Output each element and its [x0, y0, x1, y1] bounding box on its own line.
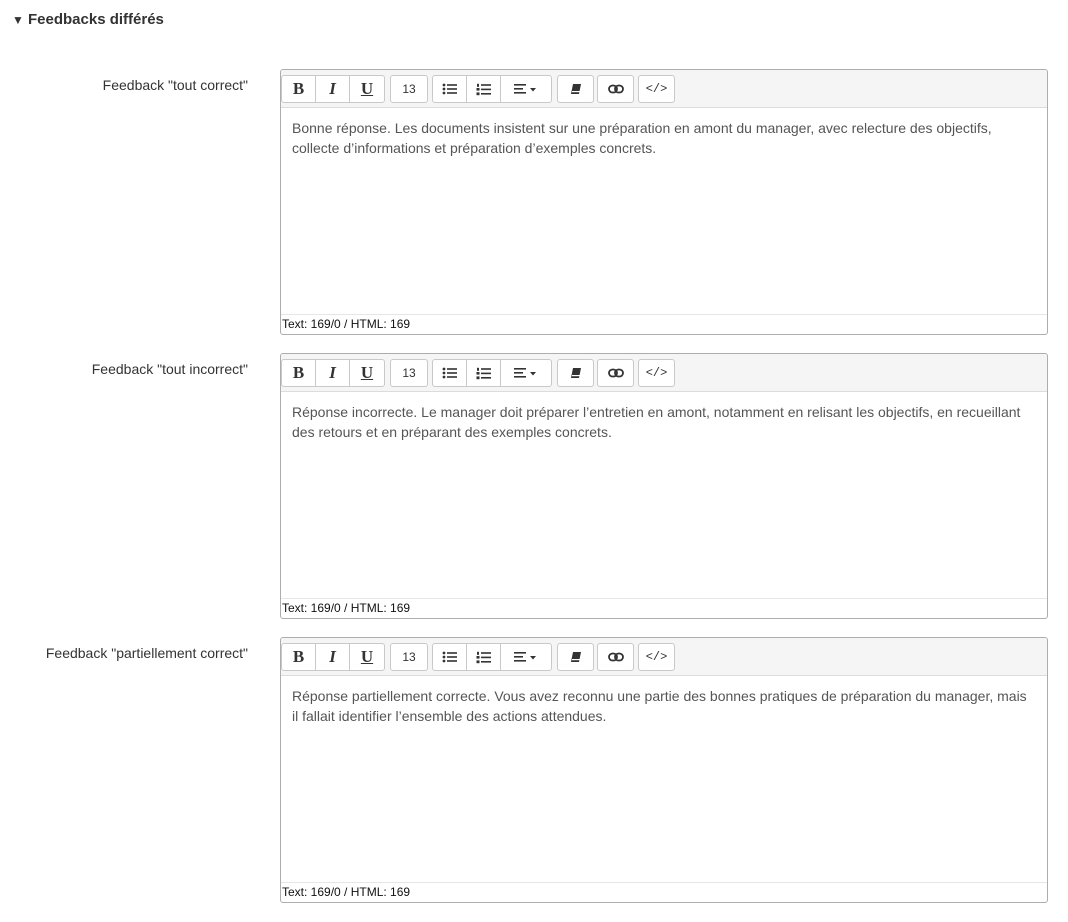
style-button-group: B I U	[281, 643, 385, 671]
font-size-button[interactable]: 13	[391, 76, 427, 102]
font-size-group: 13	[390, 75, 428, 103]
insert-link-button[interactable]	[598, 644, 633, 670]
italic-button[interactable]: I	[316, 76, 350, 102]
editor-status-count: Text: 169/0 / HTML: 169	[281, 598, 1047, 618]
bold-button[interactable]: B	[282, 644, 316, 670]
numbered-list-icon	[476, 367, 491, 379]
font-size-button[interactable]: 13	[391, 644, 427, 670]
link-icon	[607, 368, 624, 378]
editor-content[interactable]: Réponse incorrecte. Le manager doit prép…	[292, 403, 1027, 442]
list-button-group	[432, 359, 552, 387]
link-group	[597, 643, 634, 671]
underline-button[interactable]: U	[350, 76, 384, 102]
code-view-group: </>	[638, 359, 675, 387]
bullet-list-button[interactable]	[433, 76, 467, 102]
editor-content[interactable]: Bonne réponse. Les documents insistent s…	[292, 119, 1027, 158]
link-icon	[607, 84, 624, 94]
code-view-button[interactable]: </>	[639, 360, 674, 386]
numbered-list-icon	[476, 83, 491, 95]
style-button-group: B I U	[281, 359, 385, 387]
bullet-list-icon	[442, 651, 457, 663]
section-title: Feedbacks différés	[28, 11, 164, 28]
editor-status-count: Text: 169/0 / HTML: 169	[281, 882, 1047, 902]
bold-button[interactable]: B	[282, 360, 316, 386]
font-size-group: 13	[390, 359, 428, 387]
bullet-list-icon	[442, 367, 457, 379]
code-view-group: </>	[638, 75, 675, 103]
insert-link-button[interactable]	[598, 76, 633, 102]
align-left-icon	[514, 652, 536, 662]
numbered-list-button[interactable]	[467, 76, 501, 102]
insert-link-button[interactable]	[598, 360, 633, 386]
numbered-list-icon	[476, 651, 491, 663]
eraser-icon	[570, 368, 581, 378]
list-button-group	[432, 643, 552, 671]
link-icon	[607, 652, 624, 662]
field-label: Feedback "tout incorrect"	[91, 361, 248, 377]
eraser-icon	[570, 652, 581, 662]
link-group	[597, 75, 634, 103]
font-size-button[interactable]: 13	[391, 360, 427, 386]
numbered-list-button[interactable]	[467, 644, 501, 670]
rich-text-editor: B I U 13	[280, 69, 1048, 335]
align-left-icon	[514, 84, 536, 94]
align-dropdown-button[interactable]	[501, 360, 551, 386]
font-size-group: 13	[390, 643, 428, 671]
align-left-icon	[514, 368, 536, 378]
clear-format-button[interactable]	[558, 360, 593, 386]
clear-format-button[interactable]	[558, 76, 593, 102]
code-view-group: </>	[638, 643, 675, 671]
clear-format-group	[557, 359, 594, 387]
link-group	[597, 359, 634, 387]
bold-button[interactable]: B	[282, 76, 316, 102]
code-view-button[interactable]: </>	[639, 76, 674, 102]
italic-button[interactable]: I	[316, 644, 350, 670]
bullet-list-icon	[442, 83, 457, 95]
clear-format-group	[557, 643, 594, 671]
editor-content[interactable]: Réponse partiellement correcte. Vous ave…	[292, 687, 1027, 726]
rich-text-editor: B I U 13	[280, 637, 1048, 903]
eraser-icon	[570, 84, 581, 94]
editor-status-count: Text: 169/0 / HTML: 169	[281, 314, 1047, 334]
editor-toolbar: B I U 13 </>	[281, 70, 1047, 108]
clear-format-group	[557, 75, 594, 103]
align-dropdown-button[interactable]	[501, 644, 551, 670]
bullet-list-button[interactable]	[433, 360, 467, 386]
underline-button[interactable]: U	[350, 360, 384, 386]
bullet-list-button[interactable]	[433, 644, 467, 670]
align-dropdown-button[interactable]	[501, 76, 551, 102]
style-button-group: B I U	[281, 75, 385, 103]
underline-button[interactable]: U	[350, 644, 384, 670]
field-label: Feedback "tout correct"	[102, 77, 248, 93]
collapse-caret-icon[interactable]: ▼	[12, 13, 28, 27]
editor-toolbar: B I U 13 </>	[281, 638, 1047, 676]
code-view-button[interactable]: </>	[639, 644, 674, 670]
field-label: Feedback "partiellement correct"	[45, 645, 248, 661]
section-toggle-feedbacks[interactable]: ▼ Feedbacks différés	[12, 11, 164, 28]
rich-text-editor: B I U 13	[280, 353, 1048, 619]
clear-format-button[interactable]	[558, 644, 593, 670]
italic-button[interactable]: I	[316, 360, 350, 386]
numbered-list-button[interactable]	[467, 360, 501, 386]
editor-toolbar: B I U 13 </>	[281, 354, 1047, 392]
list-button-group	[432, 75, 552, 103]
